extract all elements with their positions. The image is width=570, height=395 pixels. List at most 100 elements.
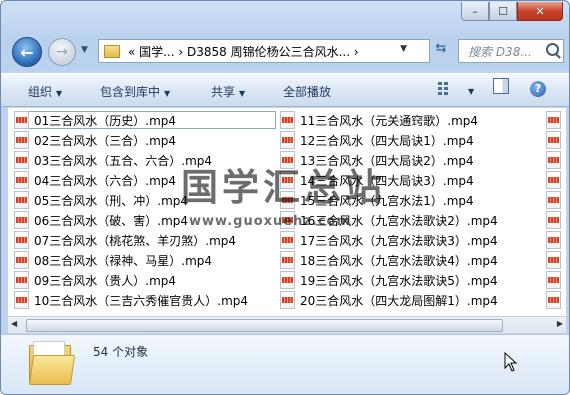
file-name: 11三合风水（元关通窍歌）.mp4 bbox=[300, 113, 479, 128]
mp4-file-icon bbox=[280, 111, 295, 129]
file-item[interactable]: 01三合风水（历史）.mp4 bbox=[14, 111, 276, 129]
view-options-dropdown[interactable]: ▼ bbox=[464, 83, 474, 97]
chevron-down-icon: ▼ bbox=[468, 87, 475, 96]
file-item[interactable]: 20三合风水（四大龙局图解1）.mp4 bbox=[280, 291, 498, 309]
search-box[interactable]: 搜索 D38... bbox=[458, 39, 564, 63]
file-name: 04三合风水（六合）.mp4 bbox=[34, 173, 177, 188]
arrow-right-icon: → bbox=[56, 44, 68, 60]
share-label: 共享 bbox=[211, 85, 236, 99]
file-item[interactable]: 02三合风水（三合）.mp4 bbox=[14, 131, 176, 149]
mp4-file-icon bbox=[546, 231, 561, 249]
file-item[interactable]: 10三合风水（三吉六秀催官贵人）.mp4 bbox=[14, 291, 248, 309]
arrow-left-icon: ← bbox=[20, 42, 34, 62]
scroll-right-icon[interactable]: ▶ bbox=[557, 319, 563, 328]
folder-icon bbox=[104, 44, 120, 58]
include-in-library-button[interactable]: 包含到库中 ▼ bbox=[100, 83, 170, 100]
file-item[interactable]: 08三合风水（禄神、马星）.mp4 bbox=[14, 251, 212, 269]
file-item[interactable]: 09三合风水（贵人）.mp4 bbox=[14, 271, 176, 289]
file-item[interactable]: 06三合风水（破、害）.mp4 bbox=[14, 211, 188, 229]
file-name: 19三合风水（九宫水法歌诀5）.mp4 bbox=[300, 273, 498, 288]
file-name: 05三合风水（刑、冲）.mp4 bbox=[34, 193, 189, 208]
address-path[interactable]: « 国学... › D3858 周锦伦杨公三合风水... › bbox=[128, 43, 359, 60]
chevron-down-icon: ▼ bbox=[239, 89, 246, 98]
forward-button[interactable]: → bbox=[48, 38, 76, 66]
mp4-file-icon bbox=[546, 211, 561, 229]
mouse-cursor-icon bbox=[504, 352, 518, 372]
preview-pane-icon bbox=[493, 78, 509, 94]
file-item[interactable]: 12三合风水（四大局诀1）.mp4 bbox=[280, 131, 474, 149]
mp4-file-icon bbox=[280, 131, 295, 149]
horizontal-scrollbar[interactable]: ◀ ▶ bbox=[7, 316, 567, 334]
mp4-file-icon bbox=[546, 151, 561, 169]
file-item[interactable] bbox=[546, 131, 566, 149]
mp4-file-icon bbox=[280, 251, 295, 269]
scroll-left-icon[interactable]: ◀ bbox=[11, 319, 17, 328]
mp4-file-icon bbox=[546, 111, 561, 129]
file-item[interactable] bbox=[546, 211, 566, 229]
play-all-button[interactable]: 全部播放 bbox=[283, 83, 331, 100]
details-pane: 54 个对象 bbox=[1, 334, 569, 394]
file-item[interactable]: 04三合风水（六合）.mp4 bbox=[14, 171, 176, 189]
file-item[interactable] bbox=[546, 171, 566, 189]
file-name: 12三合风水（四大局诀1）.mp4 bbox=[300, 133, 474, 148]
preview-pane-button[interactable] bbox=[493, 78, 509, 97]
address-dropdown-icon[interactable]: ▼ bbox=[400, 44, 407, 54]
folder-icon bbox=[28, 341, 76, 385]
file-name: 08三合风水（禄神、马星）.mp4 bbox=[34, 253, 213, 268]
file-name: 02三合风水（三合）.mp4 bbox=[34, 133, 177, 148]
mp4-file-icon bbox=[14, 271, 29, 289]
mp4-file-icon bbox=[546, 191, 561, 209]
file-item[interactable]: 19三合风水（九宫水法歌诀5）.mp4 bbox=[280, 271, 498, 289]
file-item[interactable]: 07三合风水（桃花煞、羊刃煞）.mp4 bbox=[14, 231, 236, 249]
mp4-file-icon bbox=[14, 171, 29, 189]
refresh-icon[interactable]: ⇆ bbox=[431, 41, 451, 61]
file-item[interactable] bbox=[546, 251, 566, 269]
file-name: 20三合风水（四大龙局图解1）.mp4 bbox=[300, 293, 498, 308]
maximize-button[interactable]: ☐ bbox=[489, 2, 517, 21]
organize-button[interactable]: 组织 ▼ bbox=[28, 83, 62, 100]
mp4-file-icon bbox=[546, 271, 561, 289]
change-view-icon[interactable] bbox=[438, 82, 454, 96]
command-bar: 组织 ▼ 包含到库中 ▼ 共享 ▼ 全部播放 ▼ ? bbox=[1, 73, 569, 107]
play-all-label: 全部播放 bbox=[283, 85, 332, 99]
help-icon[interactable]: ? bbox=[530, 81, 546, 97]
mp4-file-icon bbox=[280, 291, 295, 309]
file-item[interactable]: 05三合风水（刑、冲）.mp4 bbox=[14, 191, 188, 209]
search-placeholder: 搜索 D38... bbox=[468, 44, 532, 59]
file-name: 09三合风水（贵人）.mp4 bbox=[34, 273, 177, 288]
mp4-file-icon bbox=[14, 211, 29, 229]
share-button[interactable]: 共享 ▼ bbox=[211, 83, 245, 100]
file-item[interactable]: 17三合风水（九宫水法歌诀3）.mp4 bbox=[280, 231, 498, 249]
chevron-down-icon: ▼ bbox=[56, 89, 63, 98]
mp4-file-icon bbox=[280, 231, 295, 249]
caption-buttons: – ☐ ✕ bbox=[461, 2, 563, 21]
file-item[interactable] bbox=[546, 291, 566, 309]
mp4-file-icon bbox=[280, 271, 295, 289]
file-item[interactable] bbox=[546, 191, 566, 209]
file-name: 07三合风水（桃花煞、羊刃煞）.mp4 bbox=[34, 233, 237, 248]
file-item[interactable] bbox=[546, 111, 566, 129]
file-item[interactable]: 18三合风水（九宫水法歌诀4）.mp4 bbox=[280, 251, 498, 269]
mp4-file-icon bbox=[14, 291, 29, 309]
chevron-down-icon: ▼ bbox=[164, 89, 171, 98]
include-in-library-label: 包含到库中 bbox=[100, 85, 161, 99]
file-list: 01三合风水（历史）.mp4 02三合风水（三合）.mp4 03三合风水（五合、六合… bbox=[7, 107, 567, 317]
file-item[interactable] bbox=[546, 151, 566, 169]
search-icon[interactable] bbox=[546, 43, 559, 56]
file-name: 10三合风水（三吉六秀催官贵人）.mp4 bbox=[34, 293, 249, 308]
file-item[interactable]: 11三合风水（元关通窍歌）.mp4 bbox=[280, 111, 478, 129]
recent-pages-dropdown[interactable]: ▼ bbox=[81, 45, 88, 55]
address-bar[interactable]: « 国学... › D3858 周锦伦杨公三合风水... › ▼ ⇆ bbox=[98, 39, 446, 63]
minimize-button[interactable]: – bbox=[461, 2, 489, 21]
mp4-file-icon bbox=[546, 251, 561, 269]
file-item[interactable] bbox=[546, 231, 566, 249]
watermark-title: 国学汇总站 bbox=[181, 166, 386, 209]
scrollbar-thumb[interactable] bbox=[26, 319, 503, 332]
file-item[interactable] bbox=[546, 271, 566, 289]
back-button[interactable]: ← bbox=[12, 37, 42, 67]
mp4-file-icon bbox=[546, 171, 561, 189]
item-count: 54 个对象 bbox=[93, 345, 149, 359]
file-name: 18三合风水（九宫水法歌诀4）.mp4 bbox=[300, 253, 498, 268]
close-button[interactable]: ✕ bbox=[517, 2, 563, 21]
file-name: 17三合风水（九宫水法歌诀3）.mp4 bbox=[300, 233, 498, 248]
